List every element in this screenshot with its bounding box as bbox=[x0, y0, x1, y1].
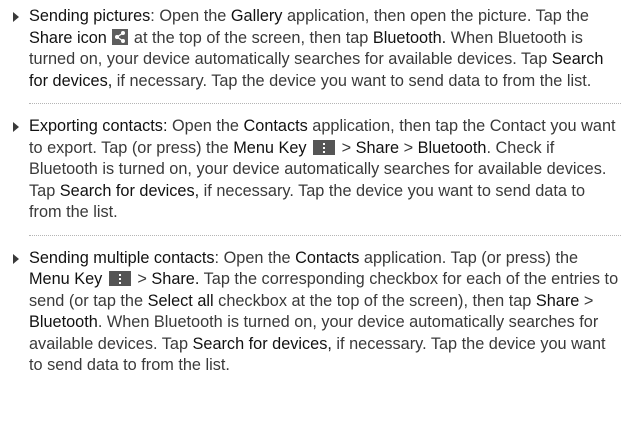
bullet-arrow-icon bbox=[13, 12, 19, 22]
text: > bbox=[132, 270, 152, 288]
term-bluetooth: Bluetooth bbox=[417, 138, 487, 157]
term-share: Share. bbox=[151, 270, 200, 288]
list-item-exporting-contacts: Exporting contacts: Open the Contacts ap… bbox=[6, 116, 621, 224]
text: : Open the bbox=[150, 7, 231, 25]
term-share: Share bbox=[535, 291, 580, 310]
term-sending-multiple-contacts: Sending multiple contacts bbox=[29, 248, 215, 267]
menu-key-icon bbox=[108, 271, 131, 286]
bullet-arrow-icon bbox=[13, 253, 19, 264]
share-icon bbox=[112, 28, 129, 45]
text: > bbox=[337, 138, 356, 157]
term-search-for-devices: Search for devices, bbox=[192, 334, 332, 353]
term-share-icon: Share icon bbox=[29, 28, 107, 47]
term-menu-key: Menu Key bbox=[29, 270, 103, 288]
text: checkbox at the top of the screen), then… bbox=[213, 291, 536, 310]
term-contacts: Contacts bbox=[243, 117, 308, 135]
text: > bbox=[579, 291, 594, 310]
menu-key-icon bbox=[313, 139, 336, 155]
term-sending-pictures: Sending pictures bbox=[29, 7, 151, 25]
text: Open the bbox=[167, 117, 244, 135]
term-menu-key: Menu Key bbox=[233, 138, 307, 157]
manual-page: Sending pictures: Open the Gallery appli… bbox=[0, 0, 629, 428]
list-item-sending-pictures: Sending pictures: Open the Gallery appli… bbox=[6, 6, 621, 92]
bullet-arrow-icon bbox=[13, 122, 19, 132]
divider bbox=[29, 103, 621, 105]
text: : Open the bbox=[214, 248, 296, 267]
text: application. Tap (or press) the bbox=[359, 248, 579, 267]
term-select-all: Select all bbox=[147, 291, 214, 310]
term-bluetooth: Bluetooth bbox=[29, 313, 98, 331]
term-gallery: Gallery bbox=[230, 7, 283, 25]
term-share: Share bbox=[355, 138, 400, 157]
divider bbox=[29, 234, 621, 237]
term-contacts: Contacts bbox=[295, 248, 360, 267]
text: at the top of the screen, then tap bbox=[129, 28, 373, 47]
text: application, then open the picture. Tap … bbox=[282, 7, 589, 25]
list-item-sending-multiple-contacts: Sending multiple contacts: Open the Cont… bbox=[6, 248, 621, 377]
term-bluetooth: Bluetooth. bbox=[372, 28, 447, 47]
term-exporting-contacts: Exporting contacts: bbox=[29, 117, 168, 135]
term-search-for-devices: Search for devices, bbox=[59, 181, 200, 200]
text: > bbox=[399, 138, 418, 157]
text: if necessary. Tap the device you want to… bbox=[112, 71, 592, 90]
